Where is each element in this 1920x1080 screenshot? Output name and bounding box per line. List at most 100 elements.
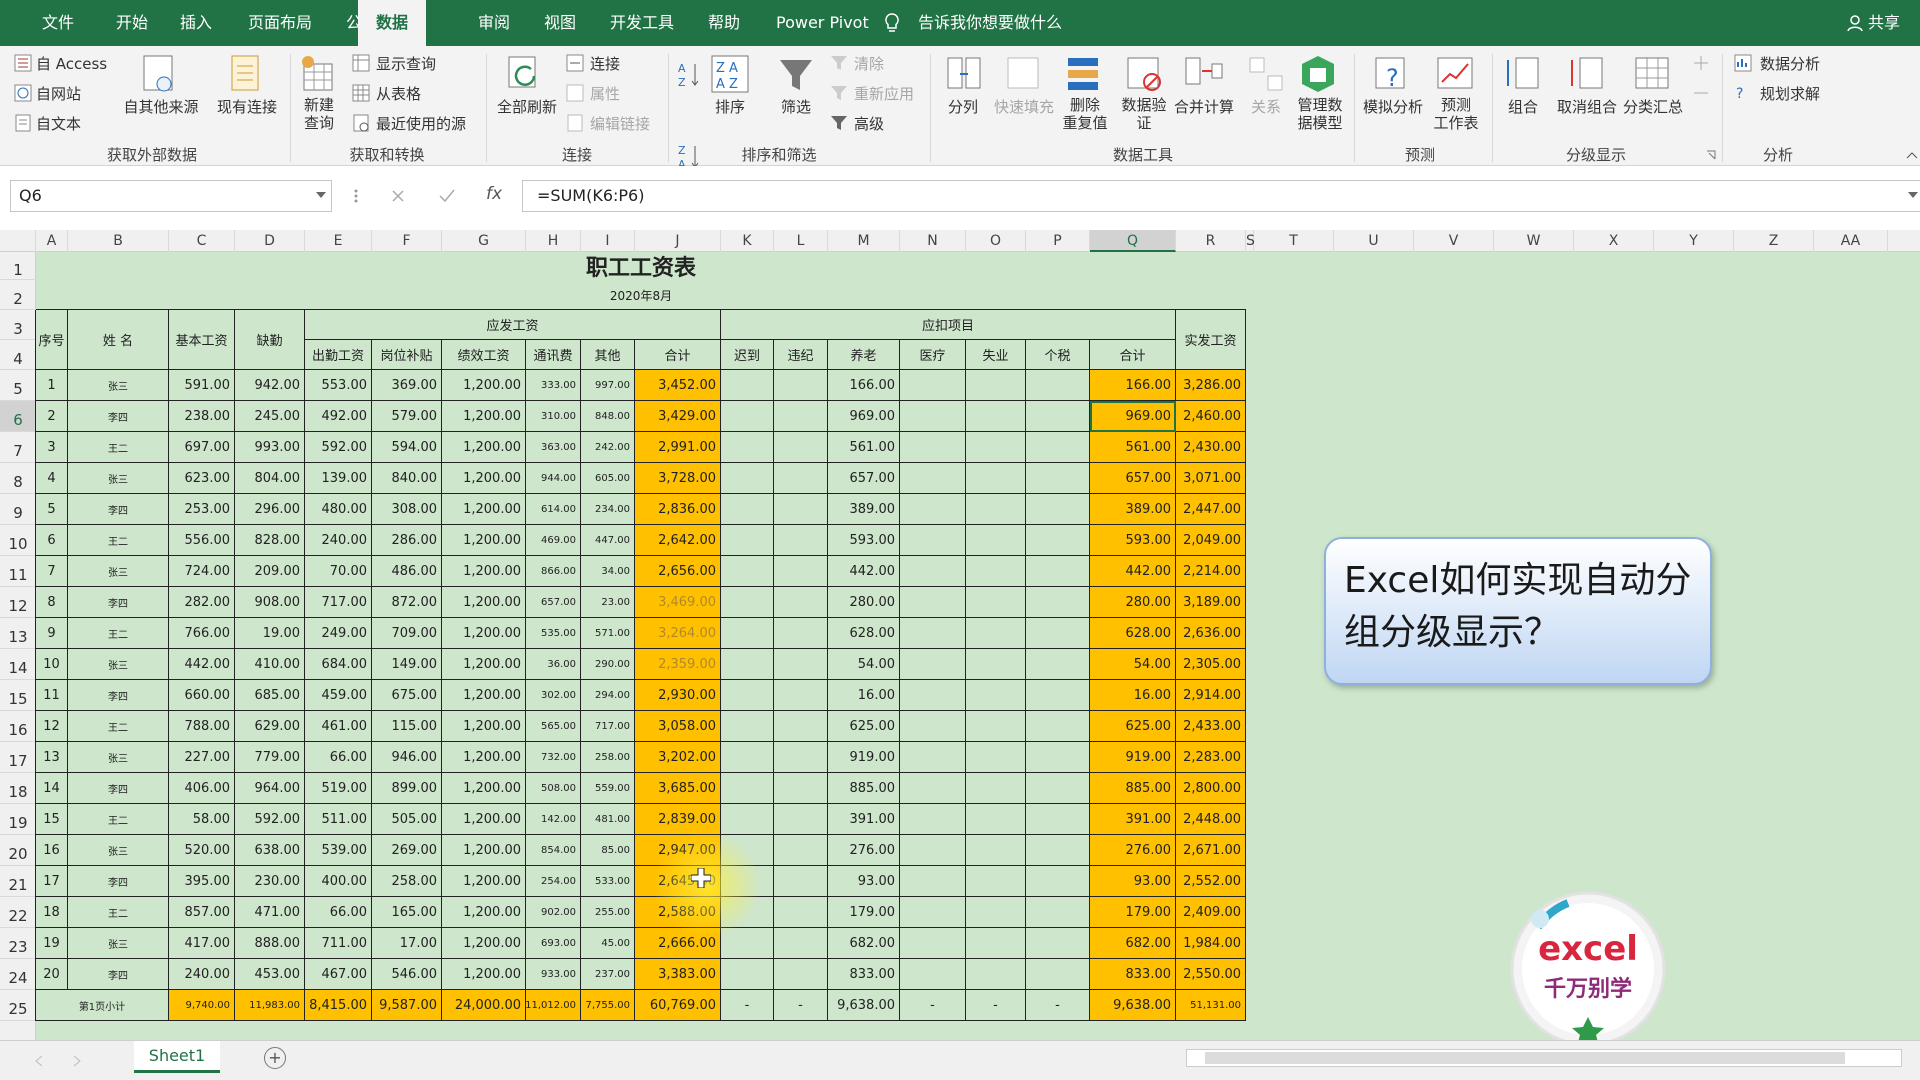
row-header[interactable]: 12 [0, 587, 36, 618]
table-cell[interactable]: 276.00 [1090, 835, 1176, 866]
table-cell[interactable]: 944.00 [526, 463, 581, 494]
table-cell[interactable]: 400.00 [305, 866, 372, 897]
subtotal-button[interactable]: 分类汇总 [1618, 96, 1688, 117]
cancel-icon[interactable] [390, 188, 406, 204]
table-cell[interactable]: 459.00 [305, 680, 372, 711]
menu-tab[interactable]: Power Pivot [758, 0, 887, 46]
table-cell[interactable] [721, 432, 774, 463]
table-cell[interactable]: 4 [36, 463, 68, 494]
table-cell[interactable]: 16.00 [828, 680, 900, 711]
table-cell[interactable] [900, 587, 966, 618]
table-cell[interactable] [900, 649, 966, 680]
table-cell[interactable]: 227.00 [169, 742, 235, 773]
column-header[interactable]: H [526, 230, 581, 252]
table-cell[interactable]: 2,448.00 [1176, 804, 1246, 835]
header-base[interactable]: 基本工资 [169, 310, 235, 370]
table-cell[interactable]: 165.00 [372, 897, 442, 928]
table-cell[interactable]: 310.00 [526, 401, 581, 432]
dialog-launcher-icon[interactable] [1706, 150, 1716, 160]
table-cell[interactable] [900, 773, 966, 804]
subtotal-cell[interactable]: 11,983.00 [235, 990, 305, 1021]
sheet-title[interactable]: 职工工资表 [36, 252, 1246, 280]
table-cell[interactable] [966, 928, 1026, 959]
table-cell[interactable]: 9 [36, 618, 68, 649]
table-cell[interactable]: 559.00 [581, 773, 635, 804]
table-cell[interactable] [1026, 959, 1090, 990]
scroll-tabs-left-icon[interactable] [34, 1055, 44, 1067]
table-cell[interactable]: 258.00 [581, 742, 635, 773]
table-cell[interactable] [1026, 618, 1090, 649]
table-cell[interactable] [1026, 742, 1090, 773]
table-cell[interactable] [966, 525, 1026, 556]
properties-button[interactable]: 属性 [590, 83, 620, 104]
ungroup-button[interactable]: 取消组合 [1548, 96, 1626, 117]
table-cell[interactable]: 李四 [68, 401, 169, 432]
table-cell[interactable]: 833.00 [828, 959, 900, 990]
table-cell[interactable]: 1,200.00 [442, 897, 526, 928]
table-cell[interactable] [966, 587, 1026, 618]
table-cell[interactable]: 391.00 [1090, 804, 1176, 835]
table-cell[interactable]: 969.00 [1090, 401, 1176, 432]
table-cell[interactable]: 461.00 [305, 711, 372, 742]
table-cell[interactable]: 693.00 [526, 928, 581, 959]
table-cell[interactable]: 20 [36, 959, 68, 990]
table-cell[interactable] [966, 494, 1026, 525]
table-cell[interactable] [721, 494, 774, 525]
menu-tab[interactable]: 帮助 [690, 0, 758, 46]
table-cell[interactable]: 58.00 [169, 804, 235, 835]
table-cell[interactable] [900, 463, 966, 494]
table-cell[interactable]: 561.00 [828, 432, 900, 463]
table-cell[interactable] [774, 401, 828, 432]
table-cell[interactable]: 2,430.00 [1176, 432, 1246, 463]
edit-links-button[interactable]: 编辑链接 [590, 113, 650, 134]
row-header[interactable]: 16 [0, 711, 36, 742]
table-cell[interactable]: 139.00 [305, 463, 372, 494]
table-cell[interactable]: 2,049.00 [1176, 525, 1246, 556]
table-cell[interactable]: 王二 [68, 432, 169, 463]
table-cell[interactable]: 王二 [68, 804, 169, 835]
table-cell[interactable] [774, 866, 828, 897]
table-cell[interactable]: 535.00 [526, 618, 581, 649]
table-cell[interactable]: 717.00 [305, 587, 372, 618]
column-header[interactable]: R [1176, 230, 1246, 252]
relationships-button[interactable]: 关系 [1240, 96, 1292, 117]
from-web-button[interactable]: 自网站 [36, 83, 81, 104]
table-cell[interactable]: 480.00 [305, 494, 372, 525]
table-cell[interactable]: 王二 [68, 525, 169, 556]
table-cell[interactable]: 王二 [68, 711, 169, 742]
table-cell[interactable]: 592.00 [235, 804, 305, 835]
table-cell[interactable] [900, 525, 966, 556]
column-header[interactable]: X [1574, 230, 1654, 252]
table-cell[interactable]: 14 [36, 773, 68, 804]
row-header[interactable]: 7 [0, 432, 36, 463]
table-cell[interactable]: 942.00 [235, 370, 305, 401]
row-header[interactable]: 4 [0, 340, 36, 370]
subtotal-cell[interactable]: 9,638.00 [1090, 990, 1176, 1021]
subtotal-cell[interactable]: 7,755.00 [581, 990, 635, 1021]
table-cell[interactable]: 657.00 [526, 587, 581, 618]
formula-input[interactable]: =SUM(K6:P6) [522, 180, 1920, 212]
column-header[interactable]: A [36, 230, 68, 252]
table-cell[interactable]: 242.00 [581, 432, 635, 463]
table-cell[interactable]: 17.00 [372, 928, 442, 959]
table-cell[interactable]: 492.00 [305, 401, 372, 432]
table-cell[interactable]: 142.00 [526, 804, 581, 835]
table-cell[interactable] [774, 711, 828, 742]
table-cell[interactable]: 660.00 [169, 680, 235, 711]
table-cell[interactable] [1026, 773, 1090, 804]
header-payable[interactable]: 应发工资 [305, 310, 721, 340]
name-box-dropdown-icon[interactable] [316, 192, 326, 200]
table-cell[interactable]: 254.00 [526, 866, 581, 897]
table-cell[interactable]: 2,460.00 [1176, 401, 1246, 432]
header-pay_total[interactable]: 合计 [635, 340, 721, 370]
table-cell[interactable]: 3,202.00 [635, 742, 721, 773]
recent-sources-button[interactable]: 最近使用的源 [376, 113, 466, 134]
table-cell[interactable]: 657.00 [828, 463, 900, 494]
table-cell[interactable]: 614.00 [526, 494, 581, 525]
menu-tab[interactable]: 插入 [162, 0, 230, 46]
table-cell[interactable]: 804.00 [235, 463, 305, 494]
consolidate-button[interactable]: 合并计算 [1172, 96, 1236, 117]
table-cell[interactable]: 1,200.00 [442, 835, 526, 866]
table-cell[interactable]: 469.00 [526, 525, 581, 556]
table-cell[interactable]: 11 [36, 680, 68, 711]
